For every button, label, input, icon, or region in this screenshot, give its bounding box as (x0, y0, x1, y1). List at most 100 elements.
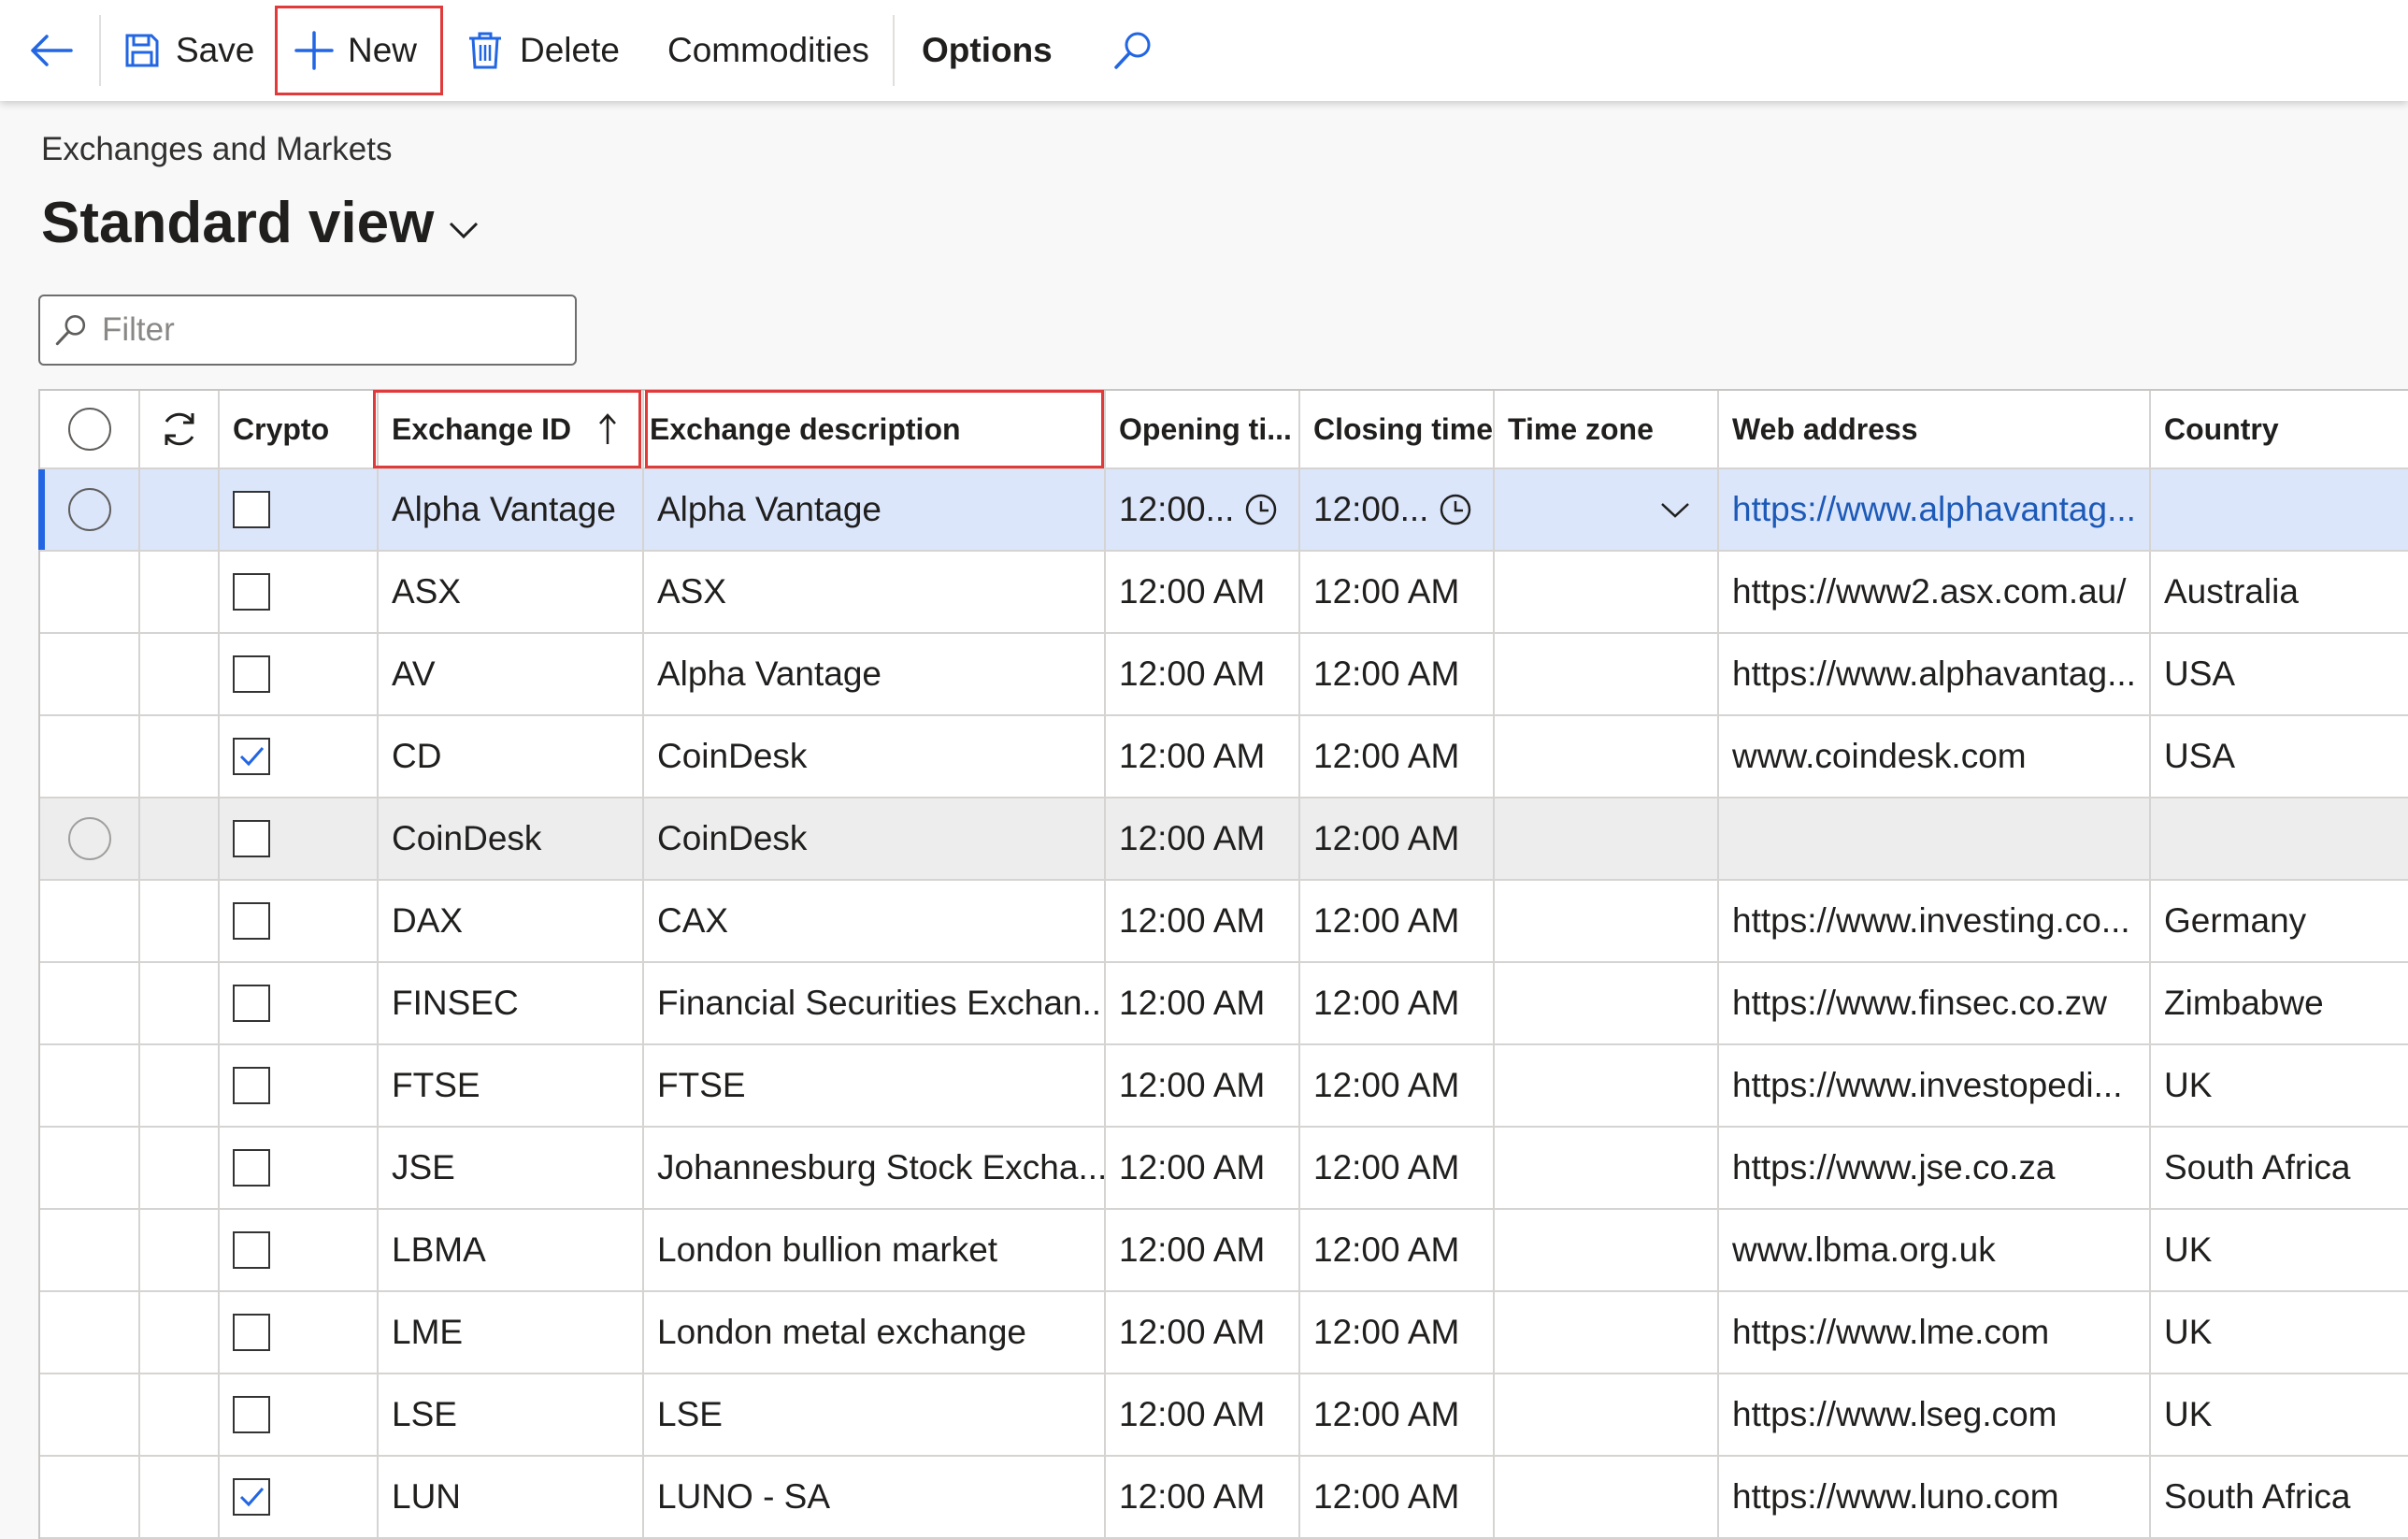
time-zone-cell[interactable] (1495, 634, 1719, 714)
crypto-cell[interactable] (220, 552, 379, 632)
save-button[interactable]: Save (123, 0, 254, 101)
row-select-cell[interactable] (40, 798, 140, 879)
clock-icon[interactable] (1439, 493, 1472, 526)
country-cell[interactable]: Australia (2151, 552, 2408, 632)
closing-time-cell[interactable]: 12:00 AM (1300, 552, 1495, 632)
closing-time-cell[interactable]: 12:00 AM (1300, 1128, 1495, 1208)
closing-time-cell[interactable]: 12:00 AM (1300, 1045, 1495, 1126)
refresh-cell[interactable] (140, 391, 220, 467)
web-address-cell[interactable]: https://www.lme.com (1719, 1292, 2151, 1373)
table-row[interactable]: Alpha Vantage Alpha Vantage 12:00... 12:00.… (38, 469, 2408, 552)
exchange-id-cell[interactable]: LBMA (379, 1210, 644, 1290)
view-selector[interactable]: Standard view (41, 190, 480, 256)
table-row[interactable]: LME London metal exchange 12:00 AM 12:00 AM… (40, 1292, 2408, 1374)
filter-field[interactable] (38, 295, 577, 366)
row-select-cell[interactable] (40, 1457, 140, 1537)
crypto-cell[interactable] (220, 1128, 379, 1208)
row-select-cell[interactable] (40, 1292, 140, 1373)
closing-time-cell[interactable]: 12:00 AM (1300, 634, 1495, 714)
web-address-cell[interactable]: https://www.investing.co... (1719, 881, 2151, 961)
time-zone-cell[interactable] (1495, 798, 1719, 879)
opening-time-cell[interactable]: 12:00 AM (1106, 1457, 1300, 1537)
col-header-closing-time[interactable]: Closing time (1300, 391, 1495, 467)
web-address-cell[interactable]: https://www.finsec.co.zw (1719, 963, 2151, 1043)
filter-input[interactable] (100, 310, 534, 350)
exchange-id-cell[interactable]: AV (379, 634, 644, 714)
web-address-cell[interactable]: https://www.luno.com (1719, 1457, 2151, 1537)
web-address-cell[interactable]: www.coindesk.com (1719, 716, 2151, 797)
table-row[interactable]: CoinDesk CoinDesk 12:00 AM 12:00 AM (40, 798, 2408, 881)
opening-time-cell[interactable]: 12:00 AM (1106, 716, 1300, 797)
exchange-id-cell[interactable]: DAX (379, 881, 644, 961)
opening-time-cell[interactable]: 12:00 AM (1106, 1210, 1300, 1290)
country-cell[interactable]: South Africa (2151, 1457, 2408, 1537)
crypto-cell[interactable] (220, 469, 379, 550)
time-zone-cell[interactable] (1495, 1374, 1719, 1455)
time-zone-cell[interactable] (1495, 1457, 1719, 1537)
closing-time-cell[interactable]: 12:00 AM (1300, 881, 1495, 961)
table-row[interactable]: FTSE FTSE 12:00 AM 12:00 AM https://www.inve… (40, 1045, 2408, 1128)
closing-time-cell[interactable]: 12:00... (1300, 469, 1495, 550)
crypto-cell[interactable] (220, 881, 379, 961)
country-cell[interactable] (2151, 469, 2408, 550)
exchange-id-cell[interactable]: JSE (379, 1128, 644, 1208)
web-address-cell[interactable]: https://www.investopedi... (1719, 1045, 2151, 1126)
table-row[interactable]: ASX ASX 12:00 AM 12:00 AM https://www2.asx.c… (40, 552, 2408, 634)
col-header-time-zone[interactable]: Time zone (1495, 391, 1719, 467)
exchange-id-cell[interactable]: LME (379, 1292, 644, 1373)
crypto-checkbox[interactable] (233, 655, 270, 693)
exchange-description-cell[interactable]: LUNO - SA (644, 1457, 1106, 1537)
row-select-cell[interactable] (40, 963, 140, 1043)
crypto-checkbox[interactable] (233, 1396, 270, 1433)
delete-button[interactable]: Delete (467, 0, 620, 101)
time-zone-cell[interactable] (1495, 1128, 1719, 1208)
closing-time-cell[interactable]: 12:00 AM (1300, 1374, 1495, 1455)
opening-time-cell[interactable]: 12:00 AM (1106, 1128, 1300, 1208)
time-zone-cell[interactable] (1495, 552, 1719, 632)
time-zone-cell[interactable] (1495, 881, 1719, 961)
exchange-description-cell[interactable]: Alpha Vantage (644, 469, 1106, 550)
closing-time-cell[interactable]: 12:00 AM (1300, 716, 1495, 797)
table-row[interactable]: LBMA London bullion market 12:00 AM 12:00 A… (40, 1210, 2408, 1292)
row-select-cell[interactable] (40, 1128, 140, 1208)
crypto-checkbox[interactable] (233, 902, 270, 940)
exchange-id-cell[interactable]: FINSEC (379, 963, 644, 1043)
time-zone-cell[interactable] (1495, 1045, 1719, 1126)
options-button[interactable]: Options (922, 0, 1053, 101)
crypto-checkbox[interactable] (233, 985, 270, 1022)
time-zone-cell[interactable] (1495, 1292, 1719, 1373)
country-cell[interactable]: Germany (2151, 881, 2408, 961)
country-cell[interactable]: USA (2151, 716, 2408, 797)
web-address-cell[interactable]: https://www.alphavantag... (1719, 469, 2151, 550)
time-zone-cell[interactable] (1495, 1210, 1719, 1290)
closing-time-cell[interactable]: 12:00 AM (1300, 1292, 1495, 1373)
crypto-checkbox[interactable] (233, 573, 270, 611)
country-cell[interactable]: UK (2151, 1374, 2408, 1455)
crypto-cell[interactable] (220, 1374, 379, 1455)
col-header-country[interactable]: Country (2151, 391, 2408, 467)
row-select-cell[interactable] (40, 469, 140, 550)
crypto-checkbox[interactable] (233, 738, 270, 775)
row-select-cell[interactable] (40, 552, 140, 632)
table-row[interactable]: DAX CAX 12:00 AM 12:00 AM https://www.invest… (40, 881, 2408, 963)
closing-time-cell[interactable]: 12:00 AM (1300, 1210, 1495, 1290)
table-row[interactable]: JSE Johannesburg Stock Excha... 12:00 AM 12… (40, 1128, 2408, 1210)
col-header-opening-time[interactable]: Opening ti... (1106, 391, 1300, 467)
closing-time-cell[interactable]: 12:00 AM (1300, 963, 1495, 1043)
exchange-id-cell[interactable]: FTSE (379, 1045, 644, 1126)
select-all-cell[interactable] (40, 391, 140, 467)
select-all-radio[interactable] (67, 408, 111, 451)
closing-time-cell[interactable]: 12:00 AM (1300, 1457, 1495, 1537)
crypto-checkbox[interactable] (233, 1478, 270, 1516)
col-header-crypto[interactable]: Crypto (220, 391, 379, 467)
crypto-checkbox[interactable] (233, 820, 270, 857)
row-select-cell[interactable] (40, 634, 140, 714)
crypto-checkbox[interactable] (233, 1067, 270, 1104)
country-cell[interactable]: UK (2151, 1045, 2408, 1126)
crypto-cell[interactable] (220, 634, 379, 714)
row-select-cell[interactable] (40, 881, 140, 961)
table-row[interactable]: FINSEC Financial Securities Exchan... 12:0… (40, 963, 2408, 1045)
exchange-description-cell[interactable]: Financial Securities Exchan... (644, 963, 1106, 1043)
web-address-cell[interactable]: https://www2.asx.com.au/ (1719, 552, 2151, 632)
opening-time-cell[interactable]: 12:00 AM (1106, 552, 1300, 632)
